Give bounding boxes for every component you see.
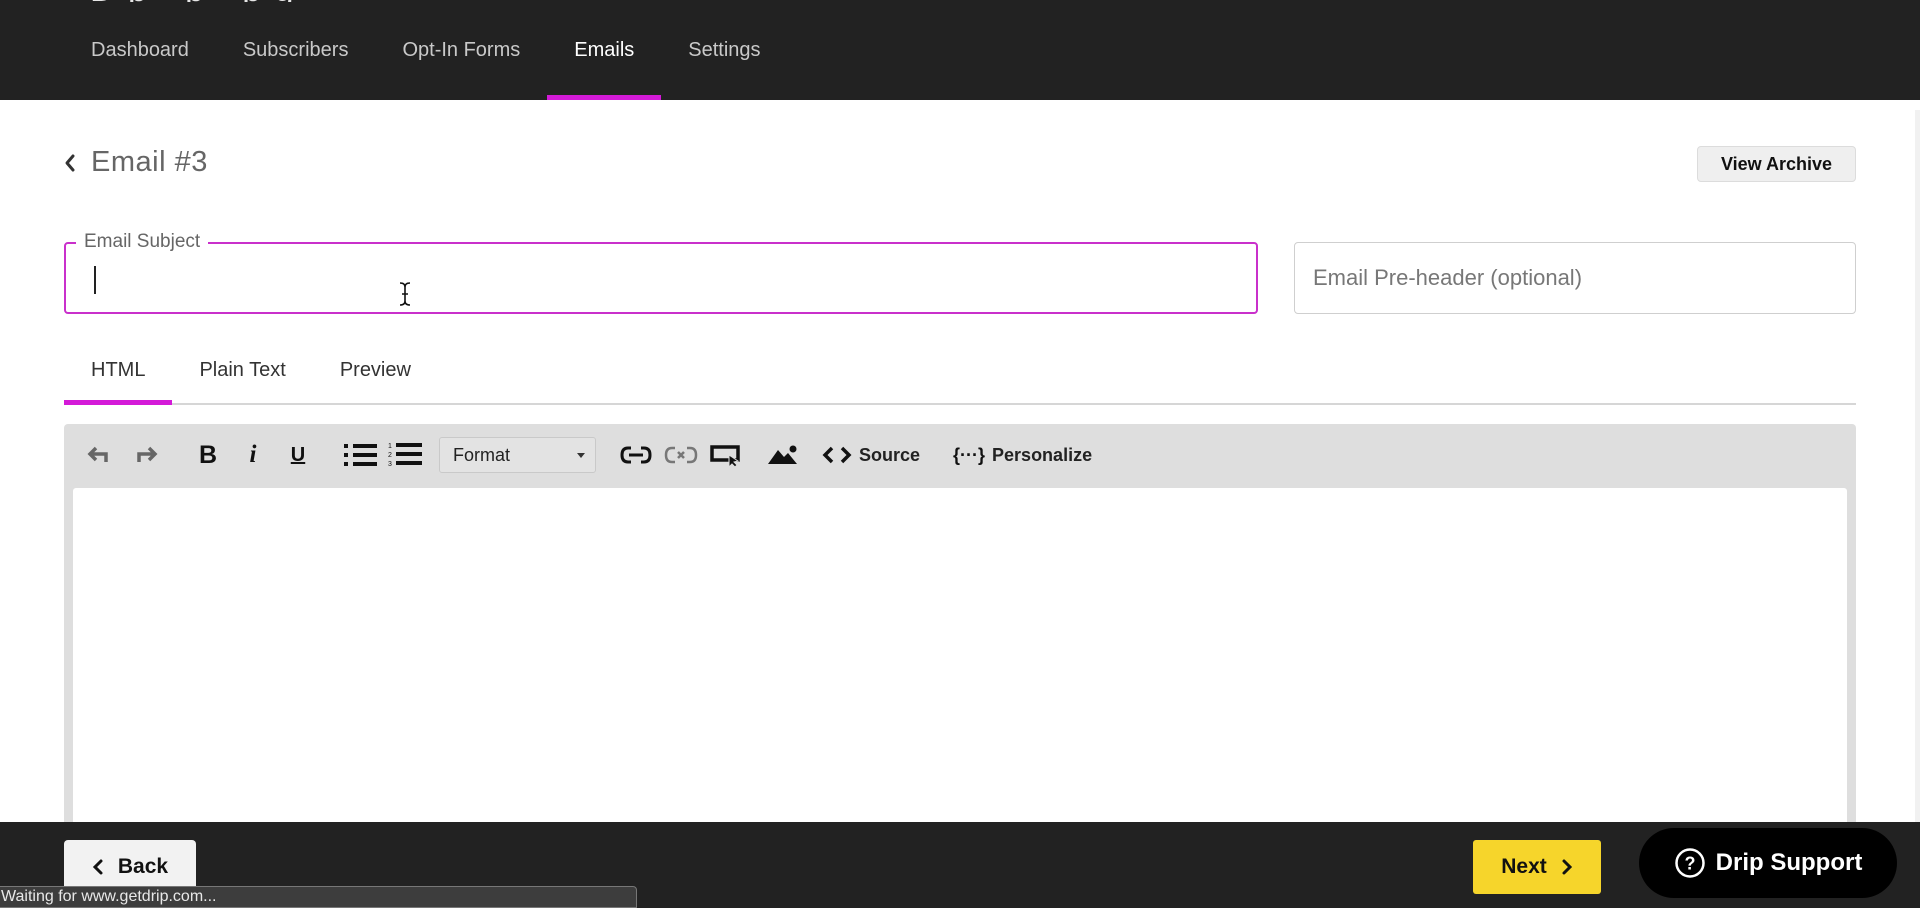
ibeam-cursor-icon (398, 281, 412, 307)
bulleted-list-icon (343, 442, 379, 468)
format-dropdown[interactable]: Format (439, 437, 596, 473)
source-code-icon (822, 445, 852, 465)
browser-status-bar: Waiting for www.getdrip.com... (0, 886, 637, 908)
page-title: Email #3 (91, 146, 208, 178)
nav-item-opt-in-forms[interactable]: Opt-In Forms (375, 0, 547, 100)
back-chevron-icon[interactable] (62, 152, 78, 174)
bulleted-list-button[interactable] (343, 437, 379, 473)
back-button-label: Back (117, 855, 169, 878)
source-button[interactable]: Source (822, 437, 920, 473)
nav-item-emails[interactable]: Emails (547, 0, 662, 100)
nav-item-dashboard[interactable]: Dashboard (64, 0, 216, 100)
numbered-list-icon: 1 2 3 (388, 441, 424, 469)
image-button[interactable] (765, 437, 801, 473)
drip-support-label: Drip Support (1715, 849, 1863, 876)
personalize-button[interactable]: {···} Personalize (953, 437, 1092, 473)
chevron-left-icon (92, 859, 103, 875)
top-navigation-bar: D p · p · p g Dashboard Subscribers Opt-… (0, 0, 1920, 100)
italic-button[interactable]: i (235, 437, 271, 473)
bold-button[interactable]: B (190, 437, 226, 473)
email-subject-input[interactable] (90, 262, 1230, 294)
link-icon (619, 444, 653, 466)
bold-icon: B (198, 440, 218, 469)
undo-icon (86, 444, 114, 466)
format-dropdown-value: Format (453, 444, 511, 465)
numbered-list-button[interactable]: 1 2 3 (388, 437, 424, 473)
editor-toolbar: B i U 1 2 3 Format Source {···} Personaliz… (64, 424, 1856, 486)
personalize-label: Personalize (992, 444, 1093, 465)
editor-tabs: HTML Plain Text Preview (64, 350, 1856, 405)
button-link-icon (710, 443, 742, 467)
link-button[interactable] (618, 437, 654, 473)
underline-icon: U (290, 443, 306, 466)
chevron-right-icon (1562, 859, 1572, 875)
svg-text:?: ? (1684, 854, 1695, 874)
unlink-button[interactable] (663, 437, 699, 473)
redo-button[interactable] (127, 437, 163, 473)
rich-text-editor: B i U 1 2 3 Format Source {···} Personaliz… (64, 424, 1856, 828)
tab-preview[interactable]: Preview (313, 350, 438, 403)
svg-text:2: 2 (388, 452, 392, 459)
chevron-down-icon (577, 453, 585, 458)
italic-icon: i (249, 441, 257, 468)
nav-item-subscribers[interactable]: Subscribers (216, 0, 376, 100)
page-scrollbar[interactable] (1915, 110, 1920, 822)
help-circle-icon: ? (1674, 848, 1705, 878)
undo-button[interactable] (82, 437, 118, 473)
svg-text:1: 1 (388, 443, 392, 450)
source-label: Source (859, 444, 921, 465)
email-preheader-input[interactable] (1294, 242, 1856, 314)
button-link-button[interactable] (708, 437, 744, 473)
image-icon (767, 444, 799, 466)
drip-support-button[interactable]: ? Drip Support (1639, 828, 1897, 898)
view-archive-button[interactable]: View Archive (1697, 146, 1856, 182)
underline-button[interactable]: U (280, 437, 316, 473)
tab-html[interactable]: HTML (64, 350, 173, 405)
svg-text:3: 3 (388, 461, 392, 468)
main-nav: Dashboard Subscribers Opt-In Forms Email… (64, 0, 788, 100)
next-button[interactable]: Next (1473, 840, 1601, 894)
editor-content-area[interactable] (73, 488, 1847, 828)
nav-item-settings[interactable]: Settings (661, 0, 787, 100)
tab-plain-text[interactable]: Plain Text (172, 350, 312, 403)
personalize-icon: {···} (953, 444, 986, 465)
email-subject-label: Email Subject (76, 231, 209, 253)
next-button-label: Next (1501, 855, 1547, 878)
email-subject-field[interactable]: Email Subject (64, 231, 1258, 314)
redo-icon (131, 444, 159, 466)
text-caret (94, 266, 96, 294)
unlink-icon (663, 444, 699, 466)
